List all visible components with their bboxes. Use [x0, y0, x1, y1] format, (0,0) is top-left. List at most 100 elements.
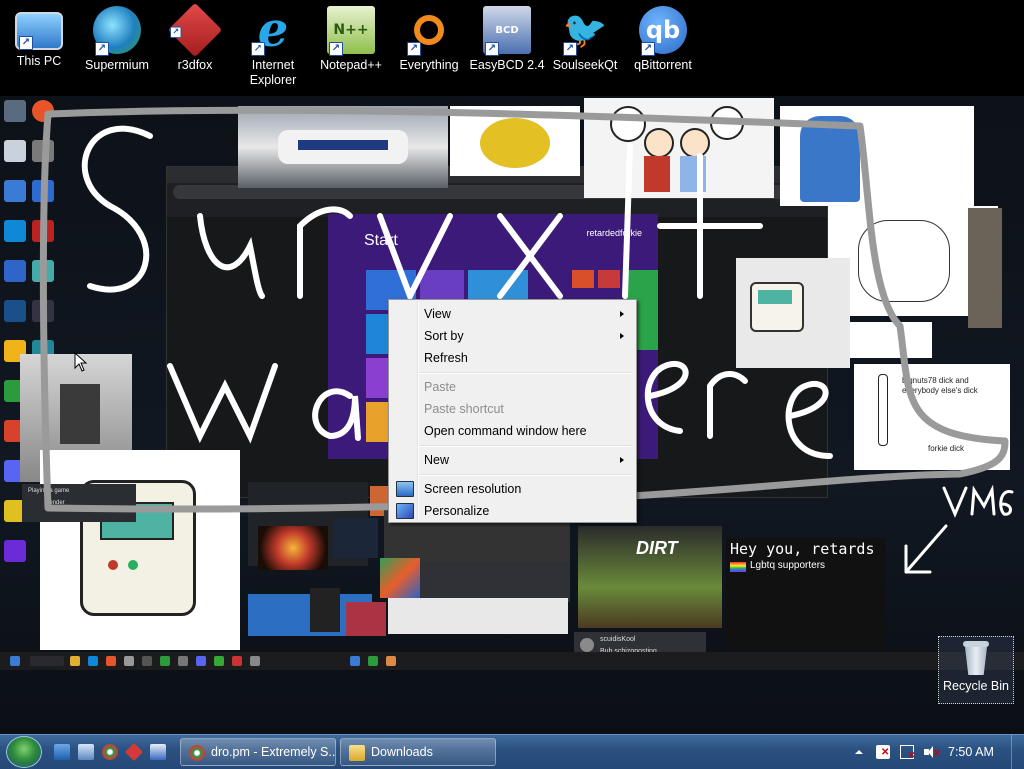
inner-firefox-icon	[32, 100, 54, 122]
taskbar-clock[interactable]: 7:50 AM	[948, 735, 994, 769]
desktop-icon-row: ↗ This PC ↗ Supermium ↗ r3dfox e ↗ Inter…	[0, 0, 1024, 96]
browser-quicklaunch-icon[interactable]	[102, 744, 118, 760]
robot-sticker-image	[736, 258, 850, 368]
cartoon-characters-image	[584, 98, 774, 198]
network-icon[interactable]: ✕	[900, 745, 916, 760]
parrot-image	[380, 558, 420, 598]
notepad-plus-plus-icon: N++ ↗	[327, 6, 375, 56]
scribble-arrow	[904, 524, 948, 574]
submenu-arrow-icon	[620, 457, 624, 463]
desktop-icon-soulseekqt[interactable]: 🐦 ↗ SoulseekQt	[546, 4, 624, 73]
taskbar: dro.pm - Extremely S... Downloads ✕ ✕ ✕ …	[0, 734, 1024, 769]
explosion-image	[258, 526, 328, 570]
dirt-game-cover: DIRT	[578, 526, 722, 628]
inner-app-icon	[32, 140, 54, 162]
desktop-icon-r3dfox[interactable]: ↗ r3dfox	[156, 2, 234, 73]
soulseek-icon: 🐦 ↗	[562, 9, 608, 56]
menu-item-paste[interactable]: Paste	[391, 376, 634, 398]
menu-item-new[interactable]: New	[391, 449, 634, 471]
desktop-icon-this-pc[interactable]: ↗ This PC	[0, 4, 78, 69]
volume-icon[interactable]: ✕	[924, 745, 941, 759]
switch-windows-icon[interactable]	[78, 744, 94, 760]
desktop-icon-notepad-plus-plus[interactable]: N++ ↗ Notepad++	[312, 4, 390, 73]
desktop-icon-recycle-bin[interactable]: Recycle Bin	[938, 636, 1014, 704]
chat-thumbnail	[420, 562, 570, 602]
race-car-image	[238, 106, 448, 188]
recycle-bin-label: Recycle Bin	[943, 679, 1009, 693]
inner-app-icon	[32, 260, 54, 282]
desktop-icon-easybcd[interactable]: BCD ↗ EasyBCD 2.4	[468, 4, 546, 73]
folder-icon	[349, 745, 365, 761]
recycle-bin-icon	[961, 641, 991, 677]
menu-item-refresh[interactable]: Refresh	[391, 347, 634, 369]
app-quicklaunch-icon[interactable]	[150, 744, 166, 760]
thumbnail	[334, 518, 378, 558]
supermium-icon: ↗	[93, 6, 141, 56]
yellow-blob-image	[450, 106, 580, 176]
desktop-icon-label: SoulseekQt	[552, 58, 618, 72]
menu-item-screen-resolution[interactable]: Screen resolution	[391, 478, 634, 500]
show-hidden-icons-icon[interactable]	[852, 745, 866, 759]
taskbar-button-downloads[interactable]: Downloads	[340, 738, 496, 766]
inner-app-icon	[32, 220, 54, 242]
desktop-icon-internet-explorer[interactable]: e ↗ Internet Explorer	[234, 4, 312, 88]
desktop-icon-supermium[interactable]: ↗ Supermium	[78, 4, 156, 73]
inner-icon-column-2	[30, 100, 56, 380]
screenshot-thumbnail	[388, 598, 568, 634]
start-button[interactable]	[6, 736, 42, 768]
easybcd-icon: BCD ↗	[483, 6, 531, 56]
menu-separator	[419, 474, 632, 476]
inner-app-icon	[4, 540, 26, 562]
desktop-icon-label: qBittorrent	[634, 58, 692, 72]
menu-item-view[interactable]: View	[391, 303, 634, 325]
notification-title: Playing a game	[28, 488, 70, 494]
inner-virtualbox-icon	[4, 260, 26, 282]
game-cover-image	[346, 602, 386, 636]
sticker-note-image: bignuts78 dick and everybody else's dick…	[854, 364, 1010, 470]
chat-username: scuidisKool	[600, 636, 636, 643]
qbittorrent-icon: qb ↗	[639, 6, 687, 56]
desktop-icon-label: Internet Explorer	[249, 58, 297, 87]
meme-title: Hey you, retards	[730, 540, 875, 558]
action-center-icon[interactable]: ✕	[876, 745, 890, 759]
menu-item-personalize[interactable]: Personalize	[391, 500, 634, 522]
inner-app-icon	[4, 180, 26, 202]
desktop-icon-label: Supermium	[85, 58, 149, 72]
sticker-top-text: bignuts78 dick and everybody else's dick	[902, 376, 978, 395]
internet-explorer-icon: e ↗	[249, 6, 297, 56]
show-desktop-quicklaunch-icon[interactable]	[54, 744, 70, 760]
desktop-context-menu: View Sort by Refresh Paste Paste shortcu…	[388, 299, 637, 523]
r3dfox-quicklaunch-icon[interactable]	[124, 742, 144, 762]
menu-item-paste-shortcut[interactable]: Paste shortcut	[391, 398, 634, 420]
taskbar-button-browser[interactable]: dro.pm - Extremely S...	[180, 738, 336, 766]
notification-app: Blender	[44, 500, 65, 506]
inner-edge-icon	[4, 220, 26, 242]
personalize-icon	[396, 503, 414, 519]
desktop-icon-label: This PC	[16, 54, 62, 68]
screen-resolution-icon	[396, 481, 414, 497]
inner-taskbar	[0, 652, 1024, 670]
inner-notification: Playing a game Blender	[22, 484, 136, 522]
mouse-cursor-icon	[74, 352, 88, 372]
menu-separator	[419, 372, 632, 374]
inner-pc-icon	[4, 140, 26, 162]
inner-app-icon	[32, 180, 54, 202]
menu-separator	[419, 445, 632, 447]
r3dfox-icon: ↗	[167, 2, 223, 58]
sticker-bottom-text: forkie dick	[928, 444, 965, 453]
meme-subtitle: Lgbtq supporters	[750, 560, 826, 571]
inner-steam-icon	[4, 300, 26, 322]
submenu-arrow-icon	[620, 311, 624, 317]
desktop-icon-everything[interactable]: ↗ Everything	[390, 4, 468, 73]
desktop-icon-qbittorrent[interactable]: qb ↗ qBittorrent	[624, 4, 702, 73]
desktop-icon-label: r3dfox	[177, 58, 213, 72]
start-title: Start	[364, 232, 398, 249]
submenu-arrow-icon	[620, 333, 624, 339]
show-desktop-button[interactable]	[1011, 735, 1024, 769]
desktop-area[interactable]: Start retardedforkie bignuts78 dick and …	[0, 96, 1024, 734]
menu-item-open-command-window[interactable]: Open command window here	[391, 420, 634, 442]
desktop-icon-label: EasyBCD 2.4	[469, 58, 545, 72]
menu-item-sort-by[interactable]: Sort by	[391, 325, 634, 347]
inner-recycle-icon	[4, 100, 26, 122]
white-panel	[850, 322, 932, 358]
